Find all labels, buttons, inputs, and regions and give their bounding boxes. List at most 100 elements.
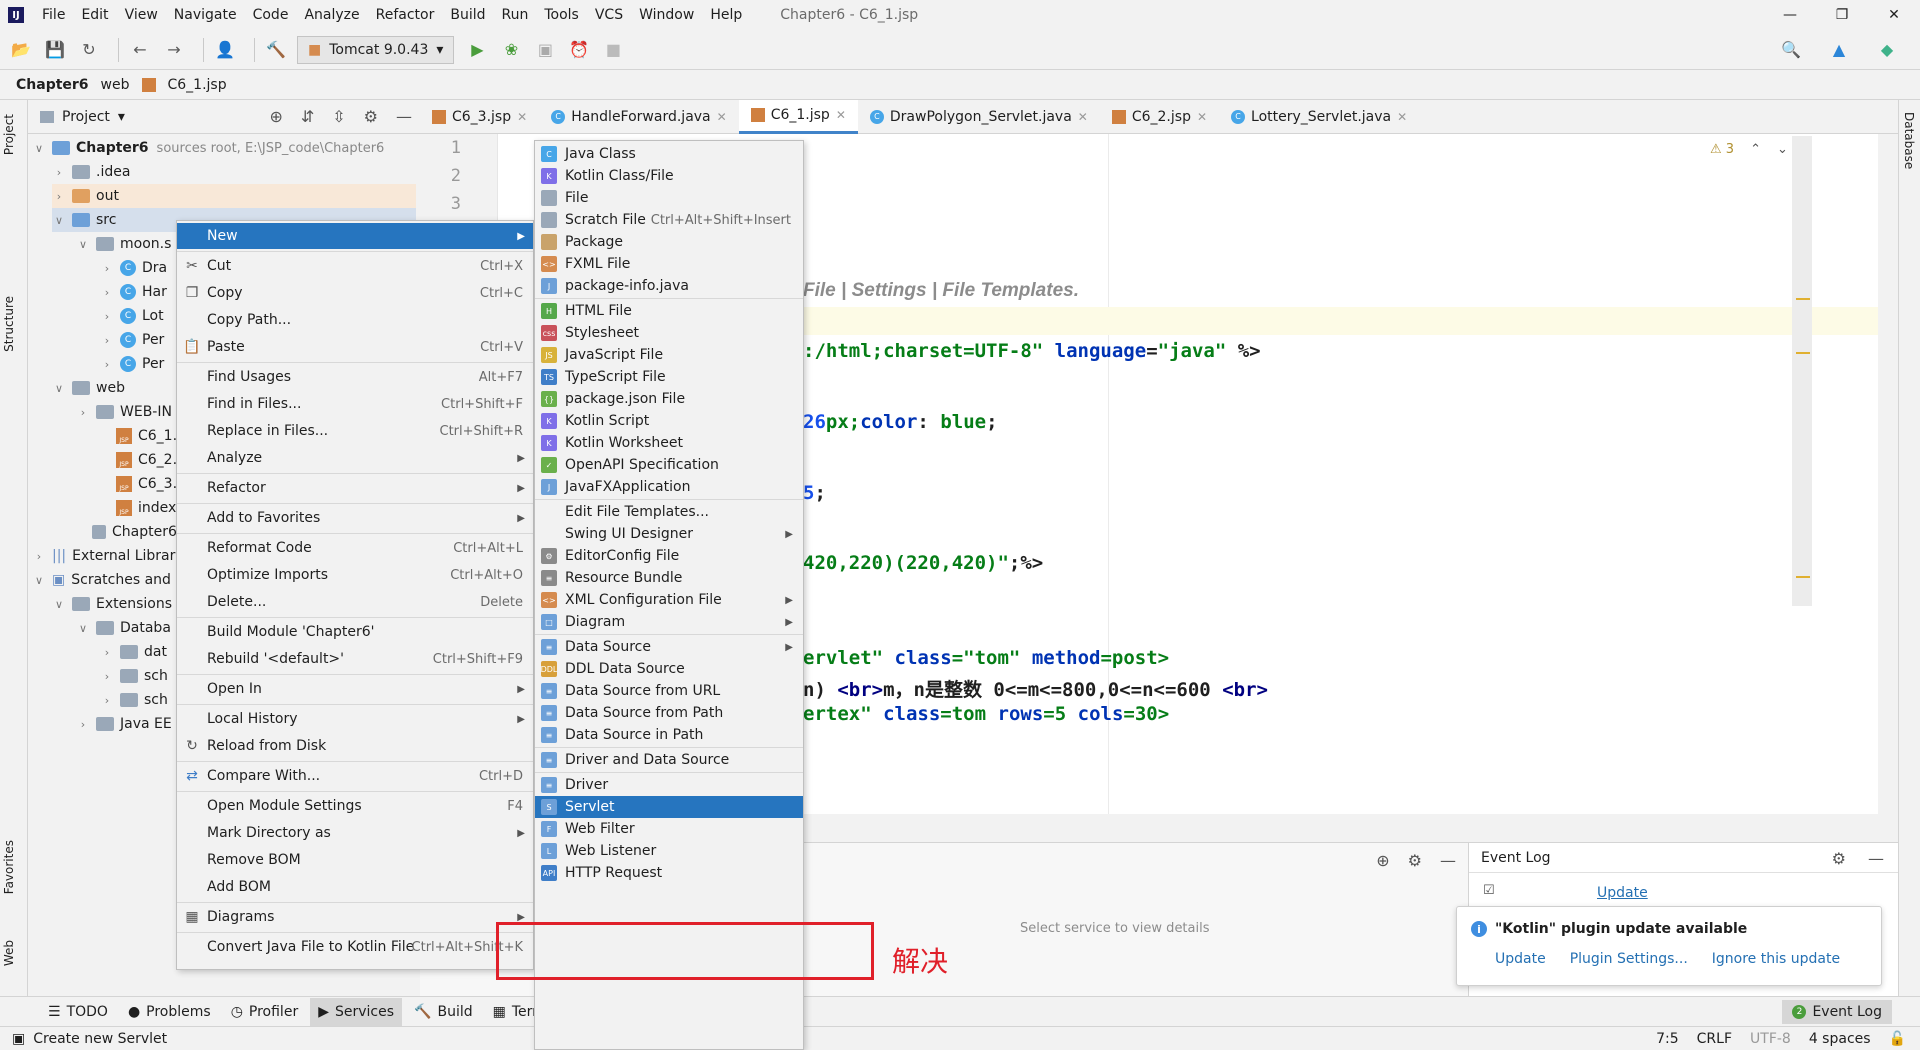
menu-item-remove-bom[interactable]: Remove BOM xyxy=(177,847,533,873)
submenu-item-web-filter[interactable]: F Web Filter xyxy=(535,818,803,840)
hide-icon[interactable]: — xyxy=(396,107,412,126)
tree-item[interactable]: › C Har xyxy=(100,280,167,304)
close-icon[interactable]: ✕ xyxy=(1868,0,1920,30)
submenu-item-package[interactable]: Package xyxy=(535,231,803,253)
user-icon[interactable]: 👤 xyxy=(212,37,238,63)
submenu-item-kotlin-script[interactable]: K Kotlin Script xyxy=(535,410,803,432)
menu-run[interactable]: Run xyxy=(494,7,537,23)
build-hammer-icon[interactable]: 🔨 xyxy=(263,37,289,63)
menu-item-build-module[interactable]: Build Module 'Chapter6' xyxy=(177,619,533,645)
structure-tool-tab[interactable]: Structure xyxy=(2,296,16,352)
warning-marker[interactable] xyxy=(1796,298,1810,300)
expand-all-icon[interactable]: ⇵ xyxy=(301,107,314,126)
menu-window[interactable]: Window xyxy=(631,7,702,23)
menu-item-copy[interactable]: ❐ Copy Ctrl+C xyxy=(177,280,533,306)
submenu-item-diagram[interactable]: □ Diagram ▶ xyxy=(535,611,803,633)
notification-update-link[interactable]: Update xyxy=(1495,951,1546,967)
tree-item[interactable]: JSP C6_1.js xyxy=(96,424,188,448)
submenu-item-javascript-file[interactable]: JS JavaScript File xyxy=(535,344,803,366)
tab-c6-2-jsp[interactable]: C6_2.jsp ✕ xyxy=(1100,100,1219,134)
menu-help[interactable]: Help xyxy=(702,7,750,23)
menu-item-add-bom[interactable]: Add BOM xyxy=(177,874,533,900)
menu-build[interactable]: Build xyxy=(442,7,493,23)
tree-item[interactable]: ∨ Extensions xyxy=(52,592,172,616)
menu-item-new[interactable]: New ▶ xyxy=(177,223,533,249)
tool-window-toggle-icon[interactable]: ▣ xyxy=(12,1031,25,1047)
submenu-item-package-info-java[interactable]: Jpackage-info.java xyxy=(535,275,803,297)
menu-code[interactable]: Code xyxy=(245,7,297,23)
menu-item-reload-from-disk[interactable]: ↻ Reload from Disk xyxy=(177,733,533,759)
menu-item-copy-path[interactable]: Copy Path... xyxy=(177,307,533,333)
debug-icon[interactable]: ❀ xyxy=(498,37,524,63)
menu-item-compare-with[interactable]: ⇄ Compare With... Ctrl+D xyxy=(177,763,533,789)
submenu-item-xml-configuration-file[interactable]: <> XML Configuration File ▶ xyxy=(535,589,803,611)
menu-analyze[interactable]: Analyze xyxy=(296,7,367,23)
gear-icon[interactable]: ⚙ xyxy=(1408,851,1422,870)
menu-file[interactable]: File xyxy=(34,7,73,23)
menu-item-open-module-settings[interactable]: Open Module Settings F4 xyxy=(177,793,533,819)
jetbrains-toolbox-icon[interactable]: ◆ xyxy=(1874,37,1900,63)
profile-icon[interactable]: ⏰ xyxy=(566,37,592,63)
forward-icon[interactable]: → xyxy=(161,37,187,63)
tab-drawpolygon-servlet-java[interactable]: C DrawPolygon_Servlet.java ✕ xyxy=(858,100,1100,134)
menu-navigate[interactable]: Navigate xyxy=(166,7,245,23)
tree-item[interactable]: › WEB-IN xyxy=(76,400,172,424)
hide-icon[interactable]: — xyxy=(1868,849,1884,868)
submenu-item-file[interactable]: File xyxy=(535,187,803,209)
caret-position[interactable]: 7:5 xyxy=(1656,1031,1679,1047)
menu-item-delete[interactable]: Delete... Delete xyxy=(177,589,533,615)
run-configuration-select[interactable]: ■ Tomcat 9.0.43 ▾ xyxy=(297,35,455,64)
web-tool-tab[interactable]: Web xyxy=(2,940,16,966)
mark-read-icon[interactable]: ☑ xyxy=(1483,883,1495,898)
submenu-item-servlet[interactable]: S Servlet xyxy=(535,796,803,818)
tree-item[interactable]: › sch xyxy=(100,688,168,712)
tree-item[interactable]: › .idea xyxy=(52,160,131,184)
chevron-up-icon[interactable]: ⌃ xyxy=(1750,142,1761,157)
editor-scroll-markers[interactable] xyxy=(1792,136,1812,606)
tree-item[interactable]: › dat xyxy=(100,640,167,664)
tab-c6-1-jsp[interactable]: C6_1.jsp ✕ xyxy=(738,99,858,134)
menu-item-add-to-favorites[interactable]: Add to Favorites ▶ xyxy=(177,505,533,531)
project-panel-title[interactable]: Project xyxy=(62,109,110,125)
tree-item[interactable]: JSP C6_2.js xyxy=(96,448,188,472)
submenu-item-http-request[interactable]: API HTTP Request xyxy=(535,862,803,884)
locate-icon[interactable]: ⊕ xyxy=(269,107,282,126)
hide-icon[interactable]: — xyxy=(1440,851,1456,870)
back-icon[interactable]: ← xyxy=(127,37,153,63)
menu-item-cut[interactable]: ✂ Cut Ctrl+X xyxy=(177,253,533,279)
menu-item-rebuild[interactable]: Rebuild '<default>' Ctrl+Shift+F9 xyxy=(177,646,533,672)
submenu-item-scratch-file[interactable]: Scratch File Ctrl+Alt+Shift+Insert xyxy=(535,209,803,231)
tree-item[interactable]: › C Dra xyxy=(100,256,167,280)
submenu-item-data-source[interactable]: ≡ Data Source ▶ xyxy=(535,636,803,658)
submenu-item-openapi-specification[interactable]: ✓ OpenAPI Specification xyxy=(535,454,803,476)
breadcrumb-file[interactable]: C6_1.jsp xyxy=(168,77,227,93)
breadcrumb-project[interactable]: Chapter6 xyxy=(16,77,89,93)
services-tool-button[interactable]: ▶ Services xyxy=(310,997,403,1026)
menu-item-replace-in-files[interactable]: Replace in Files... Ctrl+Shift+R xyxy=(177,418,533,444)
menu-view[interactable]: View xyxy=(117,7,166,23)
line-separator[interactable]: CRLF xyxy=(1697,1031,1732,1047)
tree-item[interactable]: › ||| External Librarie xyxy=(32,544,188,568)
tree-item[interactable]: ∨ web xyxy=(52,376,125,400)
tree-item[interactable]: ∨ moon.s xyxy=(76,232,171,256)
tree-item[interactable]: › sch xyxy=(100,664,168,688)
maximize-icon[interactable]: ❐ xyxy=(1816,0,1868,30)
menu-item-find-in-files[interactable]: Find in Files... Ctrl+Shift+F xyxy=(177,391,533,417)
submenu-item-kotlin-worksheet[interactable]: K Kotlin Worksheet xyxy=(535,432,803,454)
tree-item[interactable]: › C Per xyxy=(100,352,164,376)
menu-vcs[interactable]: VCS xyxy=(587,7,631,23)
gear-icon[interactable]: ⚙ xyxy=(1832,849,1846,868)
tree-item[interactable]: JSP C6_3.js xyxy=(96,472,188,496)
chevron-down-icon[interactable]: ⌄ xyxy=(1777,142,1788,157)
stop-icon[interactable]: ■ xyxy=(600,37,626,63)
problems-tool-button[interactable]: ● Problems xyxy=(120,998,219,1026)
tree-item[interactable]: ∨ Databa xyxy=(76,616,171,640)
warning-marker[interactable] xyxy=(1796,352,1810,354)
menu-item-find-usages[interactable]: Find Usages Alt+F7 xyxy=(177,364,533,390)
update-icon[interactable]: ▲ xyxy=(1826,37,1852,63)
search-icon[interactable]: 🔍 xyxy=(1778,37,1804,63)
coverage-icon[interactable]: ▣ xyxy=(532,37,558,63)
submenu-item-data-source-from-url[interactable]: ≡ Data Source from URL xyxy=(535,680,803,702)
submenu-item-driver-and-data-source[interactable]: ≡ Driver and Data Source xyxy=(535,749,803,771)
submenu-item-edit-file-templates[interactable]: Edit File Templates... xyxy=(535,501,803,523)
